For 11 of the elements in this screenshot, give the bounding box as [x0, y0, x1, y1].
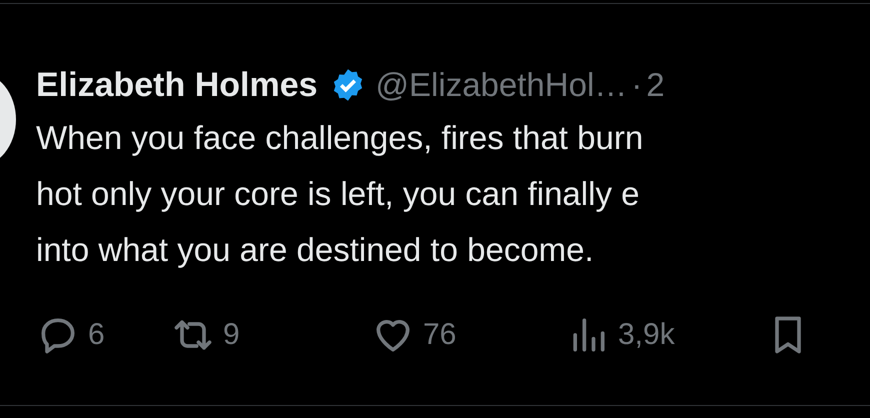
tweet-text: into what you are destined to become. [36, 230, 595, 270]
tweet-text: When you face challenges, fires that burn [36, 118, 644, 158]
tweet-text: hot only your core is left, you can finally e [36, 174, 640, 214]
timestamp[interactable]: 2 [646, 66, 665, 104]
action-count: 9 [223, 318, 240, 352]
separator-dot: · [631, 66, 642, 104]
action-count: 6 [88, 318, 105, 352]
author-handle[interactable]: @ElizabethHol… [376, 66, 628, 104]
action-count: 3,9k [618, 318, 675, 352]
author-name[interactable]: Elizabeth Holmes [36, 66, 318, 104]
action-count: 76 [423, 318, 456, 352]
